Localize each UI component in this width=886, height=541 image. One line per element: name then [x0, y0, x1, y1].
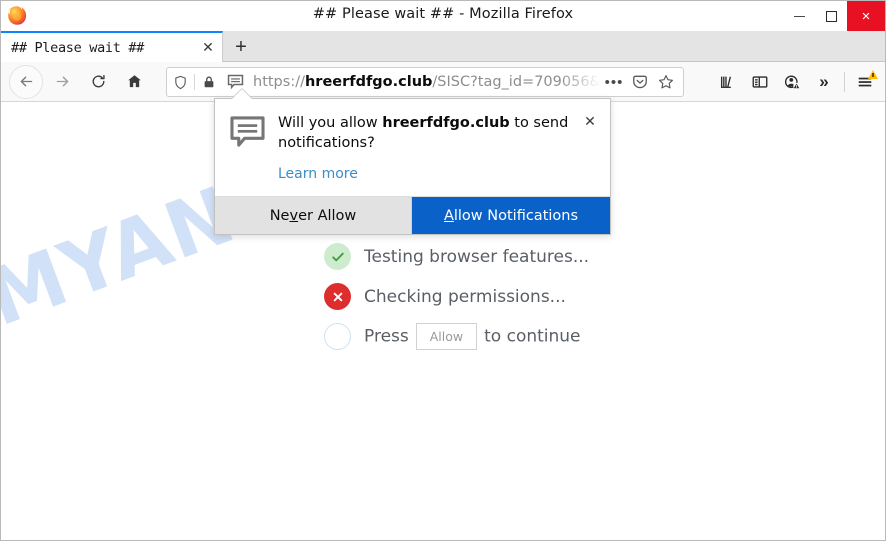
toolbar-divider: [844, 72, 845, 92]
account-icon[interactable]: [776, 67, 808, 97]
url-text[interactable]: https://hreerfdfgo.club/SISC?tag_id=7090…: [248, 74, 601, 90]
never-allow-button[interactable]: Ne v er Allow: [215, 197, 412, 235]
status-step-press-allow: Press Allow to continue: [324, 317, 744, 356]
overflow-chevrons-icon[interactable]: »: [808, 67, 840, 97]
never-allow-post: er Allow: [298, 207, 357, 224]
forward-button[interactable]: [45, 65, 79, 99]
allow-post: llow Notifications: [453, 207, 579, 224]
back-button[interactable]: [9, 64, 43, 99]
pocket-icon[interactable]: [627, 69, 653, 95]
tab-active[interactable]: ## Please wait ## ✕: [1, 31, 223, 62]
status-step-list: Testing browser features... Checking per…: [324, 237, 744, 357]
notification-permission-popup: Will you allow hreerfdfgo.club to send n…: [214, 98, 611, 236]
url-path: /SISC?tag_id=709056&su: [432, 74, 601, 90]
maximize-icon: [825, 10, 837, 22]
shield-icon[interactable]: [167, 68, 193, 96]
url-separator: [194, 74, 195, 90]
toolbar-right-icons: »: [712, 67, 881, 97]
firefox-window: ## Please wait ## - Mozilla Firefox × ##…: [0, 0, 886, 541]
sidebar-icon[interactable]: [744, 67, 776, 97]
popup-close-icon[interactable]: ✕: [580, 111, 600, 131]
tab-bar: ## Please wait ## ✕ +: [1, 31, 885, 62]
warning-badge-icon: [868, 70, 878, 79]
empty-circle-icon: [324, 323, 351, 350]
hamburger-menu-button[interactable]: [849, 67, 881, 97]
maximize-button[interactable]: [815, 1, 847, 31]
popup-message: Will you allow hreerfdfgo.club to send n…: [278, 114, 573, 153]
minimize-button[interactable]: [783, 1, 815, 31]
popup-text-block: Will you allow hreerfdfgo.club to send n…: [278, 114, 597, 183]
popup-message-domain: hreerfdfgo.club: [382, 115, 510, 131]
popup-button-row: Ne v er Allow Allow Notifications: [215, 196, 610, 235]
home-icon: [126, 73, 143, 90]
new-tab-button[interactable]: +: [227, 34, 255, 60]
allow-notifications-button[interactable]: Allow Notifications: [412, 197, 610, 235]
title-bar: ## Please wait ## - Mozilla Firefox ×: [1, 1, 885, 31]
never-allow-accesskey: v: [289, 207, 299, 224]
tab-close-icon[interactable]: ✕: [194, 34, 222, 62]
library-icon[interactable]: [712, 67, 744, 97]
never-allow-pre: Ne: [269, 207, 290, 224]
status-label-press-allow: Press Allow to continue: [364, 323, 581, 350]
url-bar-actions: •••: [601, 69, 683, 95]
status-label-permissions: Checking permissions...: [364, 286, 566, 307]
popup-body: Will you allow hreerfdfgo.club to send n…: [215, 99, 610, 196]
url-host: hreerfdfgo.club: [304, 74, 433, 90]
home-button[interactable]: [117, 65, 151, 99]
forward-arrow-icon: [54, 73, 71, 90]
learn-more-link[interactable]: Learn more: [278, 166, 358, 182]
window-controls: ×: [783, 1, 885, 31]
press-text: Press: [364, 326, 409, 347]
page-actions-icon[interactable]: •••: [601, 69, 627, 95]
bookmark-star-icon[interactable]: [653, 69, 679, 95]
minimize-icon: [793, 15, 805, 17]
window-title: ## Please wait ## - Mozilla Firefox: [312, 6, 574, 22]
inline-allow-button[interactable]: Allow: [415, 323, 478, 350]
check-icon: [324, 243, 351, 270]
reload-button[interactable]: [81, 65, 115, 99]
status-step-testing: Testing browser features...: [324, 237, 744, 276]
close-window-button[interactable]: ×: [847, 1, 885, 31]
url-scheme: https://: [253, 74, 305, 90]
popup-message-prefix: Will you allow: [278, 115, 383, 131]
status-label-testing: Testing browser features...: [364, 246, 590, 267]
lock-icon[interactable]: [196, 68, 222, 96]
allow-accesskey: A: [443, 207, 454, 224]
notification-bubble-icon: [230, 114, 265, 183]
back-arrow-icon: [18, 73, 35, 90]
reload-icon: [90, 73, 107, 90]
status-step-permissions: Checking permissions...: [324, 277, 744, 316]
tab-title: ## Please wait ##: [11, 39, 145, 56]
popup-arrow: [232, 89, 252, 99]
cross-icon: [324, 283, 351, 310]
to-continue-text: to continue: [484, 326, 581, 347]
